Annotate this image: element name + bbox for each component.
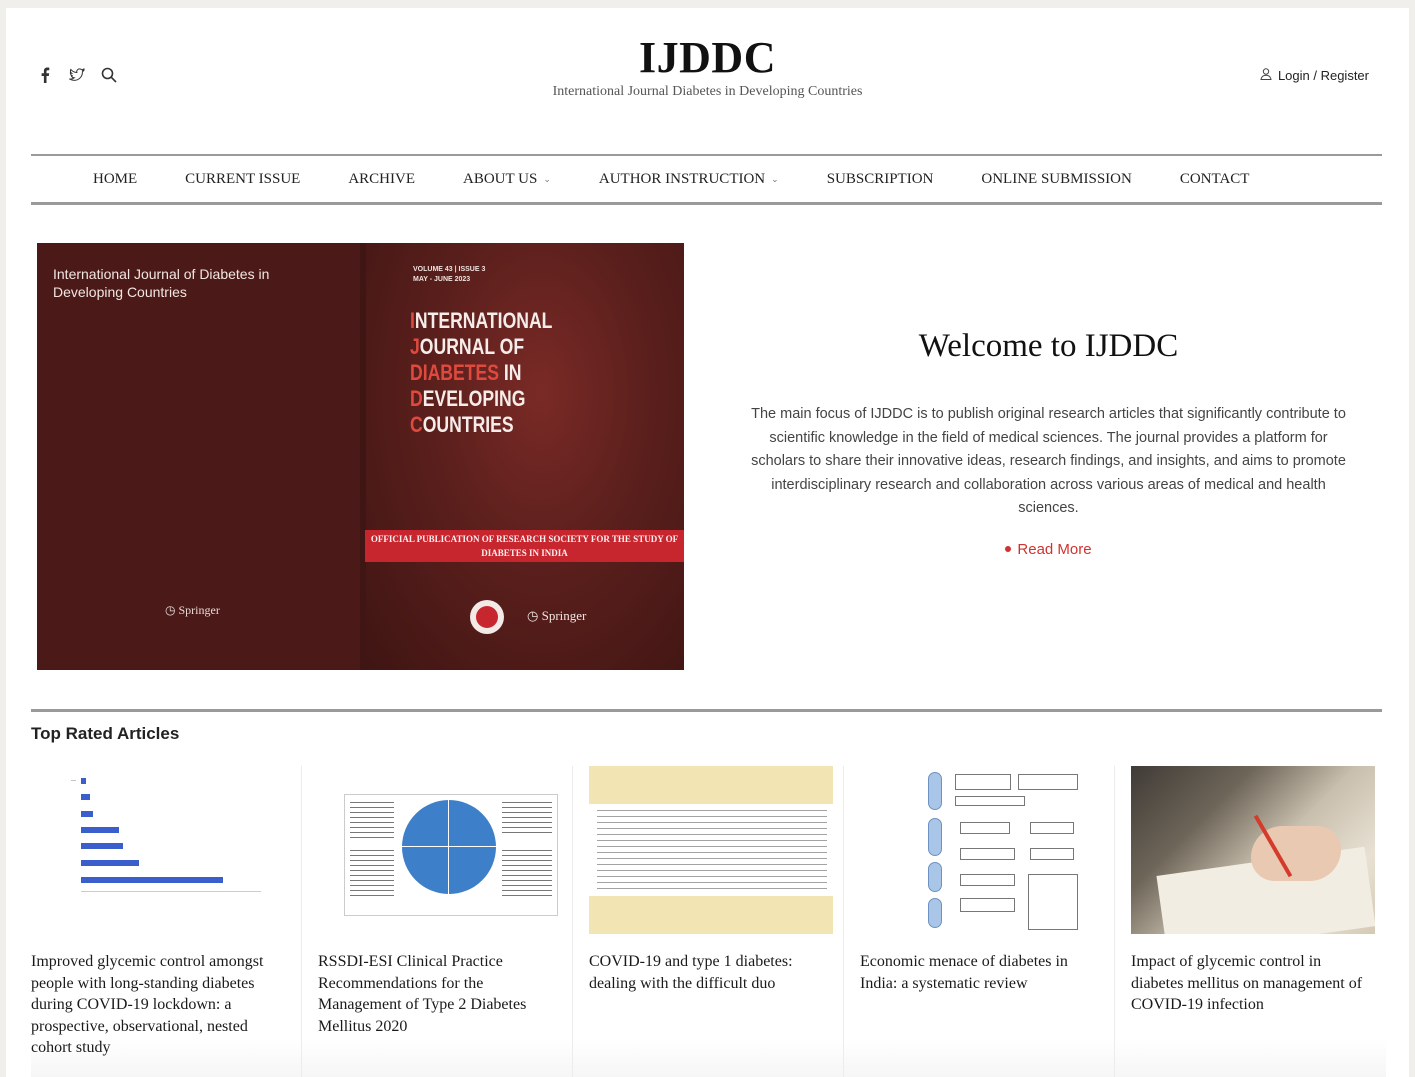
bullet-icon [1005,546,1012,552]
article-card[interactable]: — Improved glycemic control amongst peop… [31,766,302,1077]
nav-label: HOME [93,170,138,187]
journal-cover-image[interactable]: International Journal of Diabetes in Dev… [37,243,684,670]
cover-back-title: International Journal of Diabetes in Dev… [53,266,270,300]
publisher-logo: ◷ Springer [527,608,587,623]
login-register-link[interactable]: Login / Register [1260,68,1369,83]
brand[interactable]: IJDDC International Journal Diabetes in … [6,34,1409,100]
nav-online-submission[interactable]: ONLINE SUBMISSION [981,171,1131,188]
cover-volume-text: VOLUME 43 | ISSUE 3 [413,266,486,273]
publisher-logo: ◷ Springer [165,603,220,617]
article-title[interactable]: RSSDI-ESI Clinical Practice Recommendati… [318,951,558,1037]
page: IJDDC International Journal Diabetes in … [6,8,1409,1077]
nav-current-issue[interactable]: CURRENT ISSUE [185,171,300,188]
top-rated-articles: — Improved glycemic control amongst peop… [31,766,1386,1077]
top-rated-title: Top Rated Articles [31,724,180,743]
login-label: Login / Register [1277,68,1369,83]
nav-label: ABOUT US [463,170,538,187]
read-more-link[interactable]: Read More [1005,540,1092,558]
cover-volume: VOLUME 43 | ISSUE 3 MAY - JUNE 2023 [413,265,485,285]
article-thumbnail-photo [1131,766,1375,934]
cover-title-line: INTERNATIONAL [410,308,553,333]
article-card[interactable]: Impact of glycemic control in diabetes m… [1115,766,1386,1077]
nav-subscription[interactable]: SUBSCRIPTION [827,171,934,188]
cover-issue-date: MAY - JUNE 2023 [413,276,471,283]
cover-banner: OFFICIAL PUBLICATION OF RESEARCH SOCIETY… [365,530,684,562]
nav-label: AUTHOR INSTRUCTION [598,170,766,187]
read-more-label: Read More [1017,540,1092,558]
main-nav: HOME CURRENT ISSUE ARCHIVE ABOUT US ⌄ AUT… [31,154,1382,205]
brand-subtitle: International Journal Diabetes in Develo… [552,84,863,99]
nav-author-instruction[interactable]: AUTHOR INSTRUCTION ⌄ [599,171,779,188]
welcome-section: Welcome to IJDDC The main focus of IJDDC… [746,328,1351,558]
cover-title-line: COUNTRIES [410,412,514,437]
article-card[interactable]: RSSDI-ESI Clinical Practice Recommendati… [302,766,573,1077]
nav-about-us[interactable]: ABOUT US ⌄ [463,171,551,188]
site-header: IJDDC International Journal Diabetes in … [6,8,1409,153]
society-seal-icon [470,600,504,634]
chevron-down-icon: ⌄ [543,173,551,184]
cover-title-line: JOURNAL OF [410,334,525,359]
user-icon [1260,68,1272,83]
cover-title-line: DIABETES IN [410,360,522,385]
publisher-name: Springer [541,608,587,623]
nav-archive[interactable]: ARCHIVE [348,171,415,188]
article-title[interactable]: Improved glycemic control amongst people… [31,951,279,1059]
chart-label-placeholder: — [71,778,76,784]
welcome-body: The main focus of IJDDC is to publish or… [751,406,1346,516]
article-title[interactable]: Impact of glycemic control in diabetes m… [1131,951,1371,1016]
article-thumbnail-table [589,766,833,934]
welcome-heading: Welcome to IJDDC [918,328,1179,364]
nav-label: ARCHIVE [348,170,416,187]
article-thumbnail-flowchart [860,766,1104,934]
chevron-down-icon: ⌄ [771,173,779,184]
nav-label: CONTACT [1179,170,1250,187]
article-thumbnail-chart: — [31,766,275,934]
article-card[interactable]: Economic menace of diabetes in India: a … [844,766,1115,1077]
cover-title-line: DEVELOPING [410,386,526,411]
nav-label: CURRENT ISSUE [185,170,301,187]
article-thumbnail-diagram [318,766,562,934]
article-title[interactable]: COVID-19 and type 1 diabetes: dealing wi… [589,951,829,994]
article-card[interactable]: COVID-19 and type 1 diabetes: dealing wi… [573,766,844,1077]
brand-title: IJDDC [639,33,776,82]
nav-label: ONLINE SUBMISSION [981,170,1132,187]
cover-front-title: INTERNATIONAL JOURNAL OF DIABETES IN DEV… [410,308,552,438]
nav-label: SUBSCRIPTION [826,170,934,187]
article-title[interactable]: Economic menace of diabetes in India: a … [860,951,1100,994]
nav-home[interactable]: HOME [93,171,137,188]
publisher-name: Springer [178,603,220,617]
nav-contact[interactable]: CONTACT [1180,171,1250,188]
section-divider [31,709,1382,712]
